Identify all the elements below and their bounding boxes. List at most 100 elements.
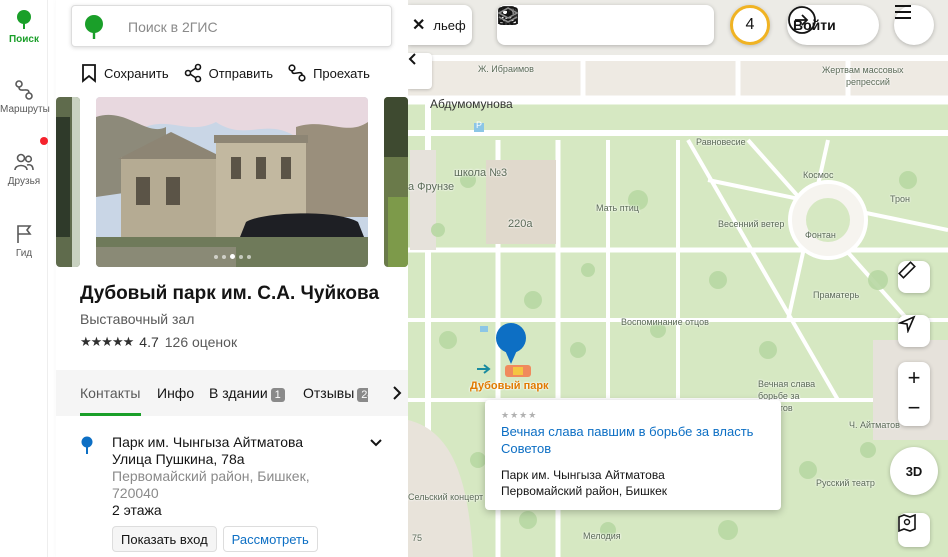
nav-item-search[interactable]: Поиск <box>0 8 48 45</box>
tab-label: В здании <box>209 385 268 401</box>
locate-button[interactable] <box>898 315 930 347</box>
3d-label: 3D <box>905 463 923 479</box>
navigation-arrow-icon <box>898 315 916 333</box>
chevron-left-icon <box>408 53 416 65</box>
map-label: Трон <box>890 194 910 204</box>
map-view[interactable]: Ж. Ибраимов Абдумомунова Жертвам массовы… <box>408 0 948 557</box>
nav-item-routes[interactable]: Маршруты <box>0 78 50 115</box>
map-label: Вечная слава <box>758 379 816 389</box>
map-label: Равновесие <box>696 137 746 147</box>
tab-label: Контакты <box>80 385 141 401</box>
contact-floors: 2 этажа <box>112 502 162 518</box>
nav-item-friends[interactable]: Друзья <box>0 150 48 187</box>
share-button[interactable]: Отправить <box>183 63 273 83</box>
map-book-button[interactable] <box>898 513 930 547</box>
ruler-icon <box>898 261 916 279</box>
login-button[interactable]: Войти <box>787 5 879 45</box>
zoom-control: + − <box>898 362 930 426</box>
tab-reviews[interactable]: Отзывы24 <box>303 385 378 402</box>
notification-dot <box>40 137 48 145</box>
selected-pin-icon[interactable] <box>494 322 528 366</box>
3d-button[interactable]: 3D <box>890 447 938 495</box>
place-title: Дубовый парк им. С.А. Чуйкова <box>80 283 380 304</box>
chevron-right-icon <box>393 386 402 400</box>
map-label: Мелодия <box>583 531 621 541</box>
map-label: Праматерь <box>813 290 860 300</box>
zoom-out-button[interactable]: − <box>908 394 921 426</box>
zoom-in-button[interactable]: + <box>908 362 921 394</box>
entrance-arrow-icon <box>477 364 491 374</box>
map-label: Весенний ветер <box>718 219 785 229</box>
search-pin-icon <box>17 10 31 29</box>
close-icon[interactable]: ✕ <box>412 15 425 35</box>
tabs-bar: Контакты Инфо В здании1 Отзывы24 <box>56 370 408 416</box>
map-label: Воспоминание отцов <box>621 317 709 327</box>
signpost-layer-button[interactable] <box>500 8 619 39</box>
map-label: 220а <box>508 218 533 230</box>
ruler-button[interactable] <box>898 261 930 293</box>
contact-zip: 720040 <box>112 485 159 501</box>
tab-contacts[interactable]: Контакты <box>80 385 140 401</box>
parking-label: P <box>476 120 483 130</box>
tabs-scroll[interactable] <box>368 370 408 416</box>
save-label: Сохранить <box>104 65 169 81</box>
tab-label: Отзывы <box>303 385 355 401</box>
map-label: Космос <box>803 170 834 180</box>
bookmark-icon <box>82 64 96 83</box>
route-button[interactable]: Проехать <box>287 63 370 83</box>
layers-icon <box>497 7 519 23</box>
show-entrance-button[interactable]: Показать вход <box>112 526 217 552</box>
contact-place[interactable]: Парк им. Чынгыза Айтматова <box>80 434 390 451</box>
rating-stars-icon: ★★★★★ <box>80 334 134 349</box>
popup-title-link[interactable]: Вечная слава павшим в борьбе за власть С… <box>501 423 765 457</box>
street-label: Абдумомунова <box>430 97 513 111</box>
poi-popup[interactable]: ★★★★ Вечная слава павшим в борьбе за вла… <box>485 400 781 510</box>
friends-layer-button[interactable] <box>498 8 576 39</box>
nav-item-guide[interactable]: Гид <box>0 222 48 259</box>
photo-carousel[interactable] <box>56 97 408 267</box>
map-label: репрессий <box>846 77 890 87</box>
tab-info[interactable]: Инфо <box>157 385 194 401</box>
photo-next[interactable] <box>384 97 408 267</box>
chevron-down-icon[interactable] <box>370 438 382 448</box>
carousel-dots <box>96 254 368 259</box>
notifications-badge[interactable]: 4 <box>730 5 770 45</box>
place-panel: Сохранить Отправить Проехать <box>56 0 408 557</box>
nav-label: Гид <box>15 248 33 259</box>
collapse-panel-button[interactable] <box>408 53 432 89</box>
search-chip-text: льеф <box>433 17 466 33</box>
save-button[interactable]: Сохранить <box>80 63 169 83</box>
place-category: Выставочный зал <box>80 311 195 327</box>
map-pin-icon <box>81 436 93 454</box>
photo-prev[interactable] <box>56 97 80 267</box>
map-search-chip[interactable]: ✕ льеф <box>408 5 472 45</box>
rating-score: 4.7 <box>139 334 159 350</box>
active-tab-indicator <box>80 413 141 416</box>
view-button[interactable]: Рассмотреть <box>222 526 318 552</box>
route-icon <box>288 64 306 82</box>
pin-label: Дубовый парк <box>470 380 549 392</box>
popup-place: Парк им. Чынгыза Айтматова <box>501 468 665 482</box>
nav-rail: Поиск Маршруты Друзья Гид <box>0 0 50 557</box>
menu-button[interactable] <box>894 5 934 45</box>
rating-row[interactable]: ★★★★★ 4.7 126 оценок <box>80 334 237 350</box>
map-label: Фонтан <box>805 230 836 240</box>
contact-street: Улица Пушкина, 78а <box>112 451 245 467</box>
nav-label: Поиск <box>8 34 39 45</box>
map-label: Жертвам массовых <box>822 65 904 75</box>
action-row: Сохранить Отправить Проехать <box>80 60 370 86</box>
map-label: Сельский концерт <box>408 492 484 502</box>
nav-label: Маршруты <box>0 104 50 115</box>
photos-layer-button[interactable] <box>498 7 663 39</box>
search-input[interactable] <box>128 16 378 38</box>
contact-district: Первомайский район, Бишкек, <box>112 468 310 484</box>
nav-label: Друзья <box>7 176 41 187</box>
place-photo[interactable] <box>96 97 368 267</box>
tab-in-building[interactable]: В здании 1 <box>209 385 285 402</box>
map-label: Ж. Ибраимов <box>478 64 534 74</box>
flag-icon <box>17 225 32 243</box>
hamburger-icon <box>895 5 911 19</box>
layers-button[interactable] <box>497 7 706 39</box>
map-label: Ч. Айтматов <box>849 420 900 430</box>
search-box[interactable] <box>71 5 392 47</box>
